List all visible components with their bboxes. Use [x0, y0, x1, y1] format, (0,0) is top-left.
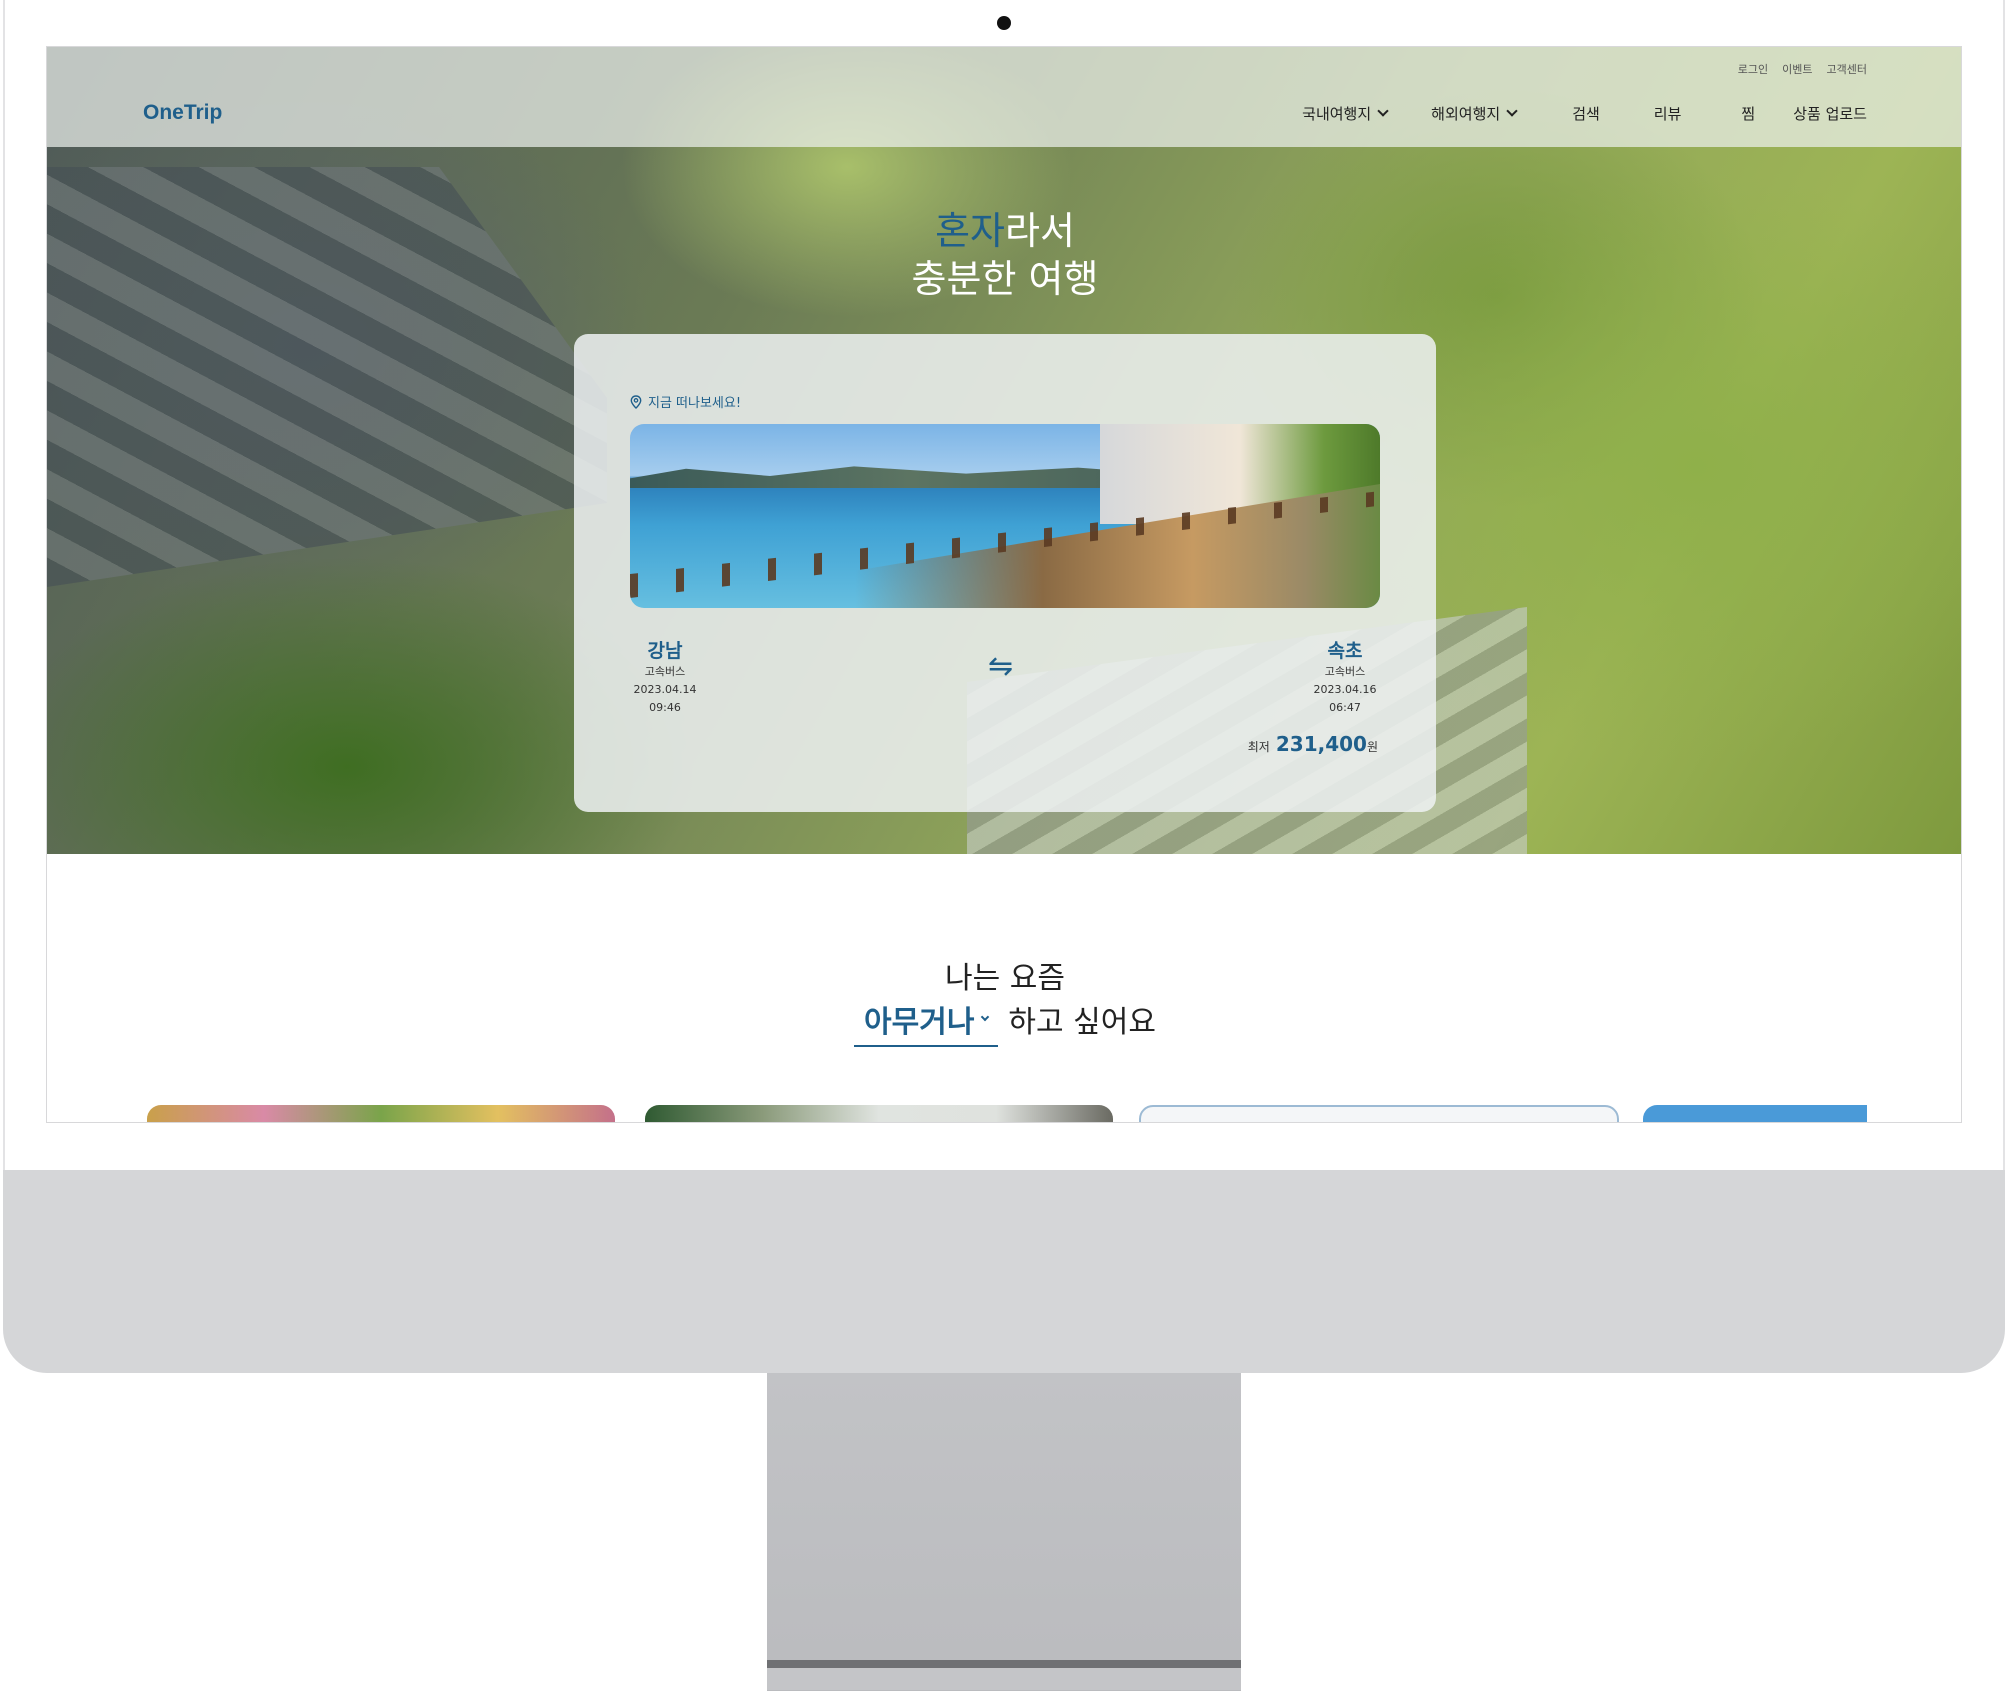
destination-info: 속초 고속버스 2023.04.16 06:47: [1310, 636, 1380, 717]
activity-card[interactable]: [147, 1105, 615, 1122]
destination-date: 2023.04.16: [1313, 683, 1377, 696]
origin-info: 강남 고속버스 2023.04.14 09:46: [630, 636, 700, 717]
swap-arrows-icon[interactable]: ⇋: [988, 649, 1013, 684]
destination-city: 속초: [1327, 640, 1363, 662]
nav-wishlist[interactable]: 찜: [1741, 103, 1755, 124]
nav-domestic-label: 국내여행지: [1302, 105, 1372, 123]
section-heading: 나는 요즘: [945, 961, 1065, 996]
nav-review-label: 리뷰: [1653, 105, 1682, 123]
chevron-down-icon: [981, 1012, 990, 1022]
section-subheading-suffix: 하고 싶어요: [1008, 1005, 1156, 1040]
destination-photo: [630, 424, 1380, 608]
location-pin-icon: [630, 394, 642, 409]
nav-overseas-label: 해외여행지: [1431, 105, 1501, 123]
activity-dropdown-value: 아무거나: [864, 1005, 975, 1040]
site-header: OneTrip 로그인 이벤트 고객센터 국내여행지 해외여행지 검색 리뷰 찜…: [47, 47, 1961, 147]
price-value: 231,400: [1275, 732, 1367, 756]
hero-banner: OneTrip 로그인 이벤트 고객센터 국내여행지 해외여행지 검색 리뷰 찜…: [47, 47, 1961, 854]
nav-search[interactable]: 검색: [1572, 103, 1600, 124]
customer-center-link[interactable]: 고객센터: [1827, 61, 1867, 77]
stand-divider: [767, 1660, 1241, 1668]
hero-title-accent: 혼자: [935, 209, 1005, 253]
activity-card[interactable]: [1139, 1105, 1619, 1122]
price-unit: 원: [1366, 740, 1378, 754]
lowest-price: 최저 231,400 원: [1248, 732, 1378, 756]
destination-transport: 고속버스: [1324, 665, 1366, 678]
destination-time: 06:47: [1329, 701, 1361, 714]
hero-title-rest: 라서: [1005, 209, 1075, 253]
site-logo[interactable]: OneTrip: [143, 101, 222, 125]
section-subheading: 아무거나 하고 싶어요: [47, 997, 1961, 1047]
nav-upload-label: 상품 업로드: [1793, 105, 1867, 123]
browser-screen: OneTrip 로그인 이벤트 고객센터 국내여행지 해외여행지 검색 리뷰 찜…: [46, 46, 1962, 1123]
origin-date: 2023.04.14: [633, 683, 697, 696]
featured-trip-card[interactable]: 지금 떠나보세요! 강남 고속버스 2023.04.14 09:46 ⇋ 속초 …: [574, 334, 1436, 812]
nav-review[interactable]: 리뷰: [1654, 103, 1682, 124]
monitor-stand: [767, 1373, 1241, 1691]
hero-title-line2: 충분한 여행: [911, 257, 1099, 301]
chevron-down-icon: [1377, 105, 1389, 117]
main-nav: 국내여행지 해외여행지 검색 리뷰 찜 상품 업로드: [1302, 103, 1867, 124]
utility-links: 로그인 이벤트 고객센터: [1738, 61, 1867, 77]
login-link[interactable]: 로그인: [1738, 61, 1768, 77]
nav-domestic[interactable]: 국내여행지: [1302, 103, 1389, 124]
stand-foot: [767, 1668, 1241, 1690]
price-prefix: 최저: [1247, 740, 1270, 754]
card-tag-label: 지금 떠나보세요!: [648, 396, 742, 411]
nav-search-label: 검색: [1572, 105, 1600, 123]
origin-transport: 고속버스: [644, 665, 686, 678]
camera-icon: [997, 16, 1011, 30]
activity-dropdown[interactable]: 아무거나: [854, 997, 999, 1047]
nav-overseas[interactable]: 해외여행지: [1431, 103, 1518, 124]
activity-card[interactable]: [645, 1105, 1113, 1122]
activity-card[interactable]: [1643, 1105, 1867, 1122]
origin-city: 강남: [647, 640, 683, 662]
card-tag: 지금 떠나보세요!: [630, 392, 741, 411]
hero-title: 혼자라서 충분한 여행: [47, 207, 1961, 303]
nav-wishlist-label: 찜: [1741, 105, 1756, 123]
nav-upload[interactable]: 상품 업로드: [1793, 103, 1867, 124]
event-link[interactable]: 이벤트: [1782, 61, 1812, 77]
chevron-down-icon: [1506, 105, 1518, 117]
origin-time: 09:46: [649, 701, 681, 714]
monitor-chin: [3, 1170, 2005, 1373]
